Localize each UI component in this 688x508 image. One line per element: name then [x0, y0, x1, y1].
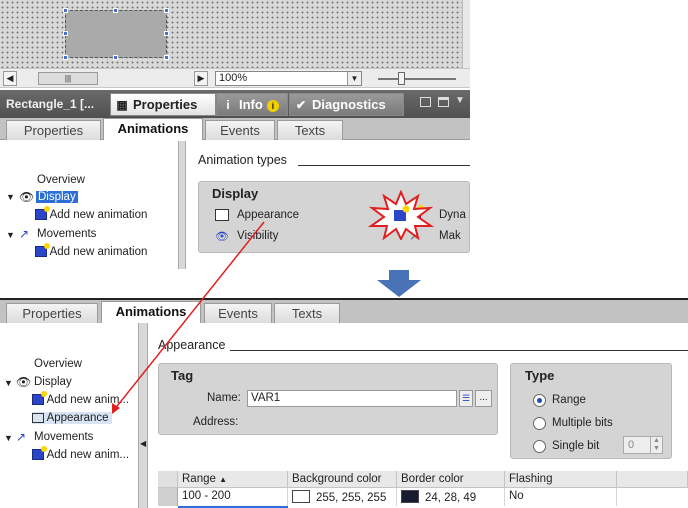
annotation-arrow-icon	[112, 221, 265, 414]
